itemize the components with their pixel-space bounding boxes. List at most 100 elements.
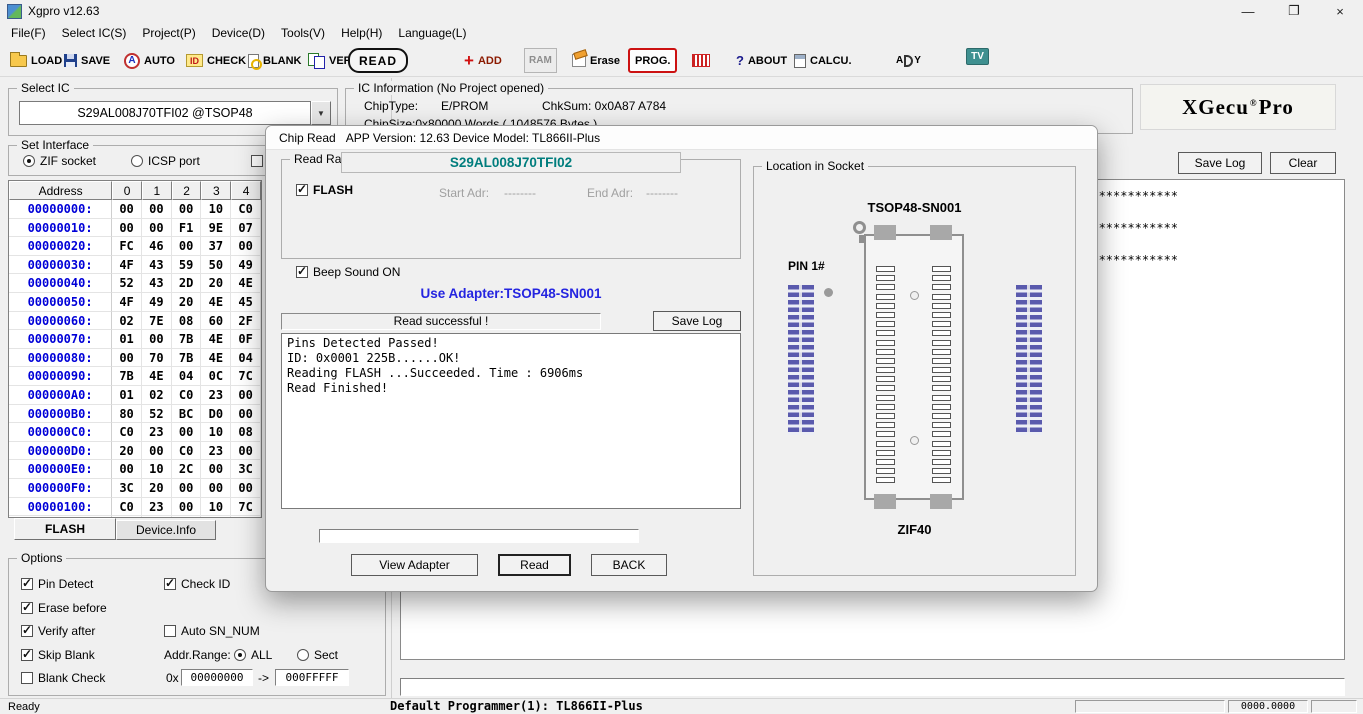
hex-address[interactable]: 00000040: bbox=[9, 274, 112, 293]
hex-byte[interactable]: 60 bbox=[201, 312, 231, 331]
hex-byte[interactable]: 3C bbox=[231, 460, 261, 479]
dialog-titlebar[interactable]: Chip Read APP Version: 12.63 Device Mode… bbox=[266, 126, 1097, 150]
program-button[interactable]: PROG. bbox=[628, 48, 677, 73]
hex-byte[interactable]: 2F bbox=[231, 312, 261, 331]
ic-test-button[interactable] bbox=[692, 48, 710, 73]
addr-range-sect-radio[interactable]: Sect bbox=[297, 648, 338, 662]
hex-byte[interactable]: 02 bbox=[142, 386, 172, 405]
hex-byte[interactable]: 10 bbox=[142, 460, 172, 479]
hex-byte[interactable]: C0 bbox=[172, 442, 202, 461]
ic-combobox-dropdown-button[interactable]: ▼ bbox=[311, 101, 331, 125]
hex-byte[interactable]: 10 bbox=[201, 423, 231, 442]
hex-byte[interactable]: 3C bbox=[112, 479, 142, 498]
hex-address[interactable]: 00000070: bbox=[9, 330, 112, 349]
hex-byte[interactable]: 20 bbox=[142, 479, 172, 498]
hex-address[interactable]: 00000030: bbox=[9, 256, 112, 275]
hex-byte[interactable]: 49 bbox=[142, 293, 172, 312]
hex-byte[interactable]: 00 bbox=[112, 460, 142, 479]
hex-byte[interactable]: 55 bbox=[112, 516, 142, 518]
menu-item[interactable]: File(F) bbox=[3, 24, 54, 42]
hex-byte[interactable]: 00 bbox=[142, 219, 172, 238]
hex-byte[interactable]: C0 bbox=[112, 423, 142, 442]
hex-byte[interactable]: 23 bbox=[201, 442, 231, 461]
hex-address[interactable]: 00000100: bbox=[9, 498, 112, 517]
save-log-button[interactable]: Save Log bbox=[1178, 152, 1262, 174]
hex-byte[interactable]: 4E bbox=[142, 367, 172, 386]
hex-address[interactable]: 00000000: bbox=[9, 200, 112, 219]
hex-byte[interactable]: 4E bbox=[201, 293, 231, 312]
dialog-read-button[interactable]: Read bbox=[498, 554, 571, 576]
check-id-button[interactable]: ID CHECK bbox=[186, 48, 246, 73]
hex-byte[interactable]: 00 bbox=[142, 330, 172, 349]
hex-byte[interactable]: 00 bbox=[172, 237, 202, 256]
add-button[interactable]: + ADD bbox=[464, 48, 502, 73]
hex-byte[interactable]: 01 bbox=[112, 386, 142, 405]
menu-item[interactable]: Tools(V) bbox=[273, 24, 333, 42]
hex-address[interactable]: 000000B0: bbox=[9, 405, 112, 424]
hex-byte[interactable]: 4E bbox=[201, 330, 231, 349]
hex-byte[interactable]: 00 bbox=[172, 423, 202, 442]
hex-byte[interactable]: 50 bbox=[201, 256, 231, 275]
hex-byte[interactable]: 20 bbox=[172, 516, 202, 518]
calculator-button[interactable]: CALCU. bbox=[794, 48, 852, 73]
blank-check-checkbox[interactable]: Blank Check bbox=[21, 671, 105, 685]
hex-byte[interactable]: 0D bbox=[201, 516, 231, 518]
save-button[interactable]: SAVE bbox=[64, 48, 110, 73]
hex-byte[interactable]: 4E bbox=[201, 349, 231, 368]
hex-byte[interactable]: 04 bbox=[231, 349, 261, 368]
zif-socket-radio[interactable]: ZIF socket bbox=[23, 154, 96, 168]
hex-byte[interactable]: 00 bbox=[172, 498, 202, 517]
hex-byte[interactable]: C0 bbox=[231, 200, 261, 219]
hex-address[interactable]: 00000050: bbox=[9, 293, 112, 312]
clear-log-button[interactable]: Clear bbox=[1270, 152, 1336, 174]
hex-byte[interactable]: 7B bbox=[172, 349, 202, 368]
hex-address[interactable]: 00000010: bbox=[9, 219, 112, 238]
hex-byte[interactable]: 20 bbox=[172, 293, 202, 312]
minimize-button[interactable]: — bbox=[1225, 0, 1271, 22]
hex-byte[interactable]: 00 bbox=[201, 460, 231, 479]
hex-byte[interactable]: 00 bbox=[142, 442, 172, 461]
end-address-input[interactable]: 000FFFFF bbox=[275, 669, 349, 686]
hex-byte[interactable]: 23 bbox=[142, 423, 172, 442]
hex-byte[interactable]: 02 bbox=[112, 312, 142, 331]
addr-range-all-radio[interactable]: ALL bbox=[234, 648, 272, 662]
hex-byte[interactable]: 01 bbox=[112, 330, 142, 349]
hex-byte[interactable]: 04 bbox=[172, 367, 202, 386]
hex-byte[interactable]: 10 bbox=[201, 200, 231, 219]
icsp-vcc-checkbox[interactable] bbox=[251, 154, 263, 168]
flash-range-checkbox[interactable]: FLASH bbox=[296, 183, 353, 197]
ic-combobox[interactable]: S29AL008J70TFI02 @TSOP48 bbox=[19, 101, 311, 125]
hex-address[interactable]: 00000020: bbox=[9, 237, 112, 256]
beep-sound-checkbox[interactable]: Beep Sound ON bbox=[296, 265, 400, 279]
hex-byte[interactable]: 07 bbox=[231, 219, 261, 238]
hex-byte[interactable]: 37 bbox=[201, 237, 231, 256]
start-address-input[interactable]: 00000000 bbox=[181, 669, 253, 686]
hex-byte[interactable]: BC bbox=[172, 405, 202, 424]
hex-byte[interactable]: 45 bbox=[231, 293, 261, 312]
hex-address[interactable]: 00000060: bbox=[9, 312, 112, 331]
hex-byte[interactable]: 0F bbox=[231, 330, 261, 349]
tab-device-info[interactable]: Device.Info bbox=[116, 520, 216, 540]
menu-item[interactable]: Select IC(S) bbox=[54, 24, 135, 42]
hex-byte[interactable]: 55 bbox=[231, 516, 261, 518]
dialog-save-log-button[interactable]: Save Log bbox=[653, 311, 741, 331]
menu-item[interactable]: Project(P) bbox=[134, 24, 203, 42]
hex-address[interactable]: 000000E0: bbox=[9, 460, 112, 479]
hex-byte[interactable]: 08 bbox=[231, 423, 261, 442]
hex-byte[interactable]: D0 bbox=[201, 405, 231, 424]
hex-byte[interactable]: 7C bbox=[231, 498, 261, 517]
erase-before-checkbox[interactable]: Erase before bbox=[21, 601, 107, 615]
hex-byte[interactable]: FC bbox=[112, 237, 142, 256]
hex-byte[interactable]: 20 bbox=[201, 274, 231, 293]
hex-byte[interactable]: 10 bbox=[201, 498, 231, 517]
hex-byte[interactable]: 00 bbox=[112, 349, 142, 368]
hex-byte[interactable]: 7C bbox=[231, 367, 261, 386]
read-log[interactable]: Pins Detected Passed! ID: 0x0001 225B...… bbox=[281, 333, 741, 509]
hex-byte[interactable]: 52 bbox=[112, 274, 142, 293]
auto-sn-checkbox[interactable]: Auto SN_NUM bbox=[164, 624, 260, 638]
hex-byte[interactable]: 2C bbox=[172, 460, 202, 479]
hex-byte[interactable]: 00 bbox=[231, 405, 261, 424]
pin-detect-checkbox[interactable]: Pin Detect bbox=[21, 577, 93, 591]
hex-byte[interactable]: 00 bbox=[112, 219, 142, 238]
hex-address[interactable]: 00000090: bbox=[9, 367, 112, 386]
